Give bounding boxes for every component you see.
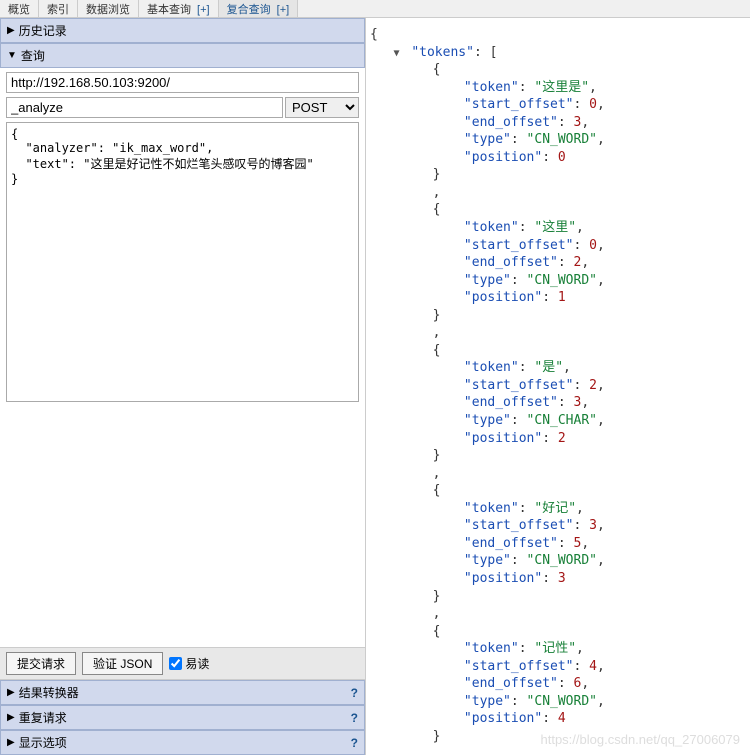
section-repeat-request-label: 重复请求 bbox=[19, 709, 351, 726]
tab-bar: 概览索引数据浏览基本查询 [+]复合查询 [+] bbox=[0, 0, 750, 18]
section-result-transformer[interactable]: ▶ 结果转换器 ? bbox=[0, 680, 365, 705]
readable-checkbox[interactable] bbox=[169, 657, 182, 670]
help-icon[interactable]: ? bbox=[351, 736, 358, 750]
tab-3[interactable]: 基本查询 [+] bbox=[139, 0, 219, 17]
method-select[interactable]: POST bbox=[285, 97, 359, 118]
section-history[interactable]: ▶ 历史记录 bbox=[0, 18, 365, 43]
json-output: { ▼ "tokens": [ { "token": "这里是", "start… bbox=[370, 26, 746, 755]
chevron-right-icon: ▶ bbox=[7, 687, 15, 698]
section-display-options-label: 显示选项 bbox=[19, 734, 351, 751]
path-input[interactable] bbox=[6, 97, 283, 118]
section-query[interactable]: ▼ 查询 bbox=[0, 43, 365, 68]
tab-2[interactable]: 数据浏览 bbox=[78, 0, 139, 17]
tab-1[interactable]: 索引 bbox=[39, 0, 78, 17]
left-panel: ▶ 历史记录 ▼ 查询 POST 提交请求 验证 JSON 易读 bbox=[0, 18, 366, 755]
section-result-transformer-label: 结果转换器 bbox=[19, 684, 351, 701]
chevron-right-icon: ▶ bbox=[7, 712, 15, 723]
help-icon[interactable]: ? bbox=[351, 686, 358, 700]
chevron-down-icon: ▼ bbox=[7, 50, 17, 61]
result-panel: { ▼ "tokens": [ { "token": "这里是", "start… bbox=[366, 18, 750, 755]
help-icon[interactable]: ? bbox=[351, 711, 358, 725]
section-display-options[interactable]: ▶ 显示选项 ? bbox=[0, 730, 365, 755]
body-textarea[interactable] bbox=[6, 122, 359, 402]
tab-4[interactable]: 复合查询 [+] bbox=[219, 0, 299, 17]
url-input[interactable] bbox=[6, 72, 359, 93]
section-repeat-request[interactable]: ▶ 重复请求 ? bbox=[0, 705, 365, 730]
readable-checkbox-label[interactable]: 易读 bbox=[169, 655, 209, 672]
section-query-label: 查询 bbox=[21, 47, 358, 64]
watermark: https://blog.csdn.net/qq_27006079 bbox=[541, 732, 741, 747]
tab-0[interactable]: 概览 bbox=[0, 0, 39, 17]
section-history-label: 历史记录 bbox=[19, 22, 358, 39]
chevron-right-icon: ▶ bbox=[7, 25, 15, 36]
submit-button[interactable]: 提交请求 bbox=[6, 652, 76, 675]
validate-json-button[interactable]: 验证 JSON bbox=[82, 652, 163, 675]
chevron-right-icon: ▶ bbox=[7, 737, 15, 748]
